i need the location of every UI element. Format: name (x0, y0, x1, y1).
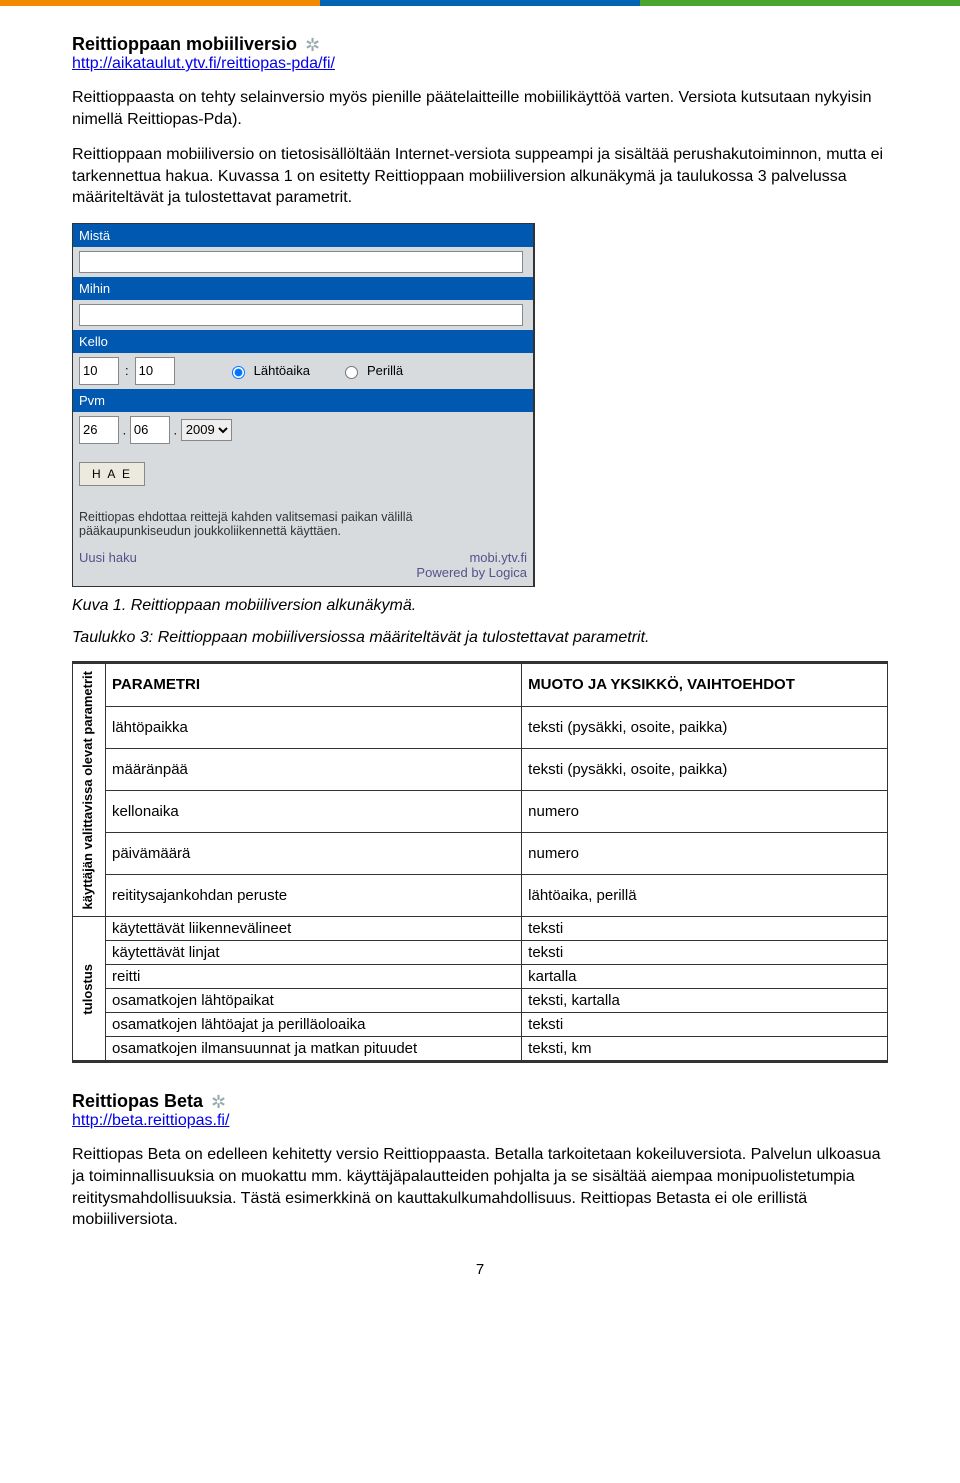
r7c2: teksti (522, 941, 888, 965)
top-stripe (0, 0, 960, 6)
mobile-footer-text: Reittiopas ehdottaa reittejä kahden vali… (73, 500, 533, 546)
r10c1: osamatkojen lähtöajat ja perilläoloaika (106, 1013, 522, 1037)
year-select[interactable]: 2009 (181, 419, 232, 441)
r1c1: lähtöpaikka (106, 706, 522, 748)
group1-label: käyttäjän valittavissa olevat parametrit (79, 667, 97, 913)
r5c2: lähtöaika, perillä (522, 875, 888, 917)
gear-icon: ✲ (211, 1093, 226, 1111)
page-number: 7 (72, 1261, 888, 1278)
mobile-screenshot: Mistä Mihin Kello : Lähtöaika Perillä Pv… (72, 223, 535, 587)
r10c2: teksti (522, 1013, 888, 1037)
section1-title: Reittioppaan mobiiliversio (72, 34, 297, 55)
from-input[interactable] (79, 251, 523, 273)
r3c1: kellonaika (106, 791, 522, 833)
col2-header: MUOTO JA YKSIKKÖ, VAIHTOEHDOT (522, 662, 888, 706)
stripe-green (640, 0, 960, 6)
link-mobi[interactable]: mobi.ytv.fi (469, 550, 527, 565)
section2-title: Reittiopas Beta (72, 1091, 203, 1112)
r7c1: käytettävät linjat (106, 941, 522, 965)
radio-depart[interactable] (232, 366, 245, 379)
parameter-table: käyttäjän valittavissa olevat parametrit… (72, 661, 888, 1063)
r6c1: käytettävät liikennevälineet (106, 917, 522, 941)
r11c1: osamatkojen ilmansuunnat ja matkan pituu… (106, 1037, 522, 1062)
stripe-blue (320, 0, 640, 6)
date-dot1: . (123, 422, 127, 437)
r11c2: teksti, km (522, 1037, 888, 1062)
group2-label: tulostus (79, 960, 97, 1019)
month-input[interactable] (130, 416, 170, 444)
time-colon: : (125, 363, 129, 378)
r5c1: reititysajankohdan peruste (106, 875, 522, 917)
r2c2: teksti (pysäkki, osoite, paikka) (522, 748, 888, 790)
group1-vcell: käyttäjän valittavissa olevat parametrit (73, 662, 106, 916)
r3c2: numero (522, 791, 888, 833)
label-time: Kello (73, 330, 533, 353)
gear-icon: ✲ (305, 36, 320, 54)
col1-header: PARAMETRI (106, 662, 522, 706)
section2-url-link[interactable]: http://beta.reittiopas.fi/ (72, 1112, 229, 1129)
r2c1: määränpää (106, 748, 522, 790)
section1-para2: Reittioppaan mobiiliversio on tietosisäl… (72, 144, 888, 209)
group2-vcell: tulostus (73, 917, 106, 1062)
label-from: Mistä (73, 224, 533, 247)
r4c1: päivämäärä (106, 833, 522, 875)
search-button[interactable]: H A E (79, 462, 145, 486)
label-date: Pvm (73, 389, 533, 412)
radio-arrive[interactable] (345, 366, 358, 379)
minute-input[interactable] (135, 357, 175, 385)
section2-heading-row: Reittiopas Beta ✲ (72, 1091, 888, 1112)
r6c2: teksti (522, 917, 888, 941)
table-caption: Taulukko 3: Reittioppaan mobiiliversioss… (72, 629, 888, 647)
r9c1: osamatkojen lähtöpaikat (106, 989, 522, 1013)
radio-depart-label: Lähtöaika (254, 363, 310, 378)
stripe-orange (0, 0, 320, 6)
r8c1: reitti (106, 965, 522, 989)
date-dot2: . (174, 422, 178, 437)
label-to: Mihin (73, 277, 533, 300)
section2-para: Reittiopas Beta on edelleen kehitetty ve… (72, 1144, 888, 1230)
hour-input[interactable] (79, 357, 119, 385)
radio-arrive-label: Perillä (367, 363, 403, 378)
section1-heading-row: Reittioppaan mobiiliversio ✲ (72, 34, 888, 55)
figure-caption: Kuva 1. Reittioppaan mobiiliversion alku… (72, 597, 888, 615)
section1-url-link[interactable]: http://aikataulut.ytv.fi/reittiopas-pda/… (72, 55, 335, 72)
r8c2: kartalla (522, 965, 888, 989)
r9c2: teksti, kartalla (522, 989, 888, 1013)
r4c2: numero (522, 833, 888, 875)
section1-para1: Reittioppaasta on tehty selainversio myö… (72, 87, 888, 130)
r1c2: teksti (pysäkki, osoite, paikka) (522, 706, 888, 748)
link-new-search[interactable]: Uusi haku (79, 550, 137, 580)
link-powered[interactable]: Powered by Logica (416, 565, 527, 580)
to-input[interactable] (79, 304, 523, 326)
day-input[interactable] (79, 416, 119, 444)
